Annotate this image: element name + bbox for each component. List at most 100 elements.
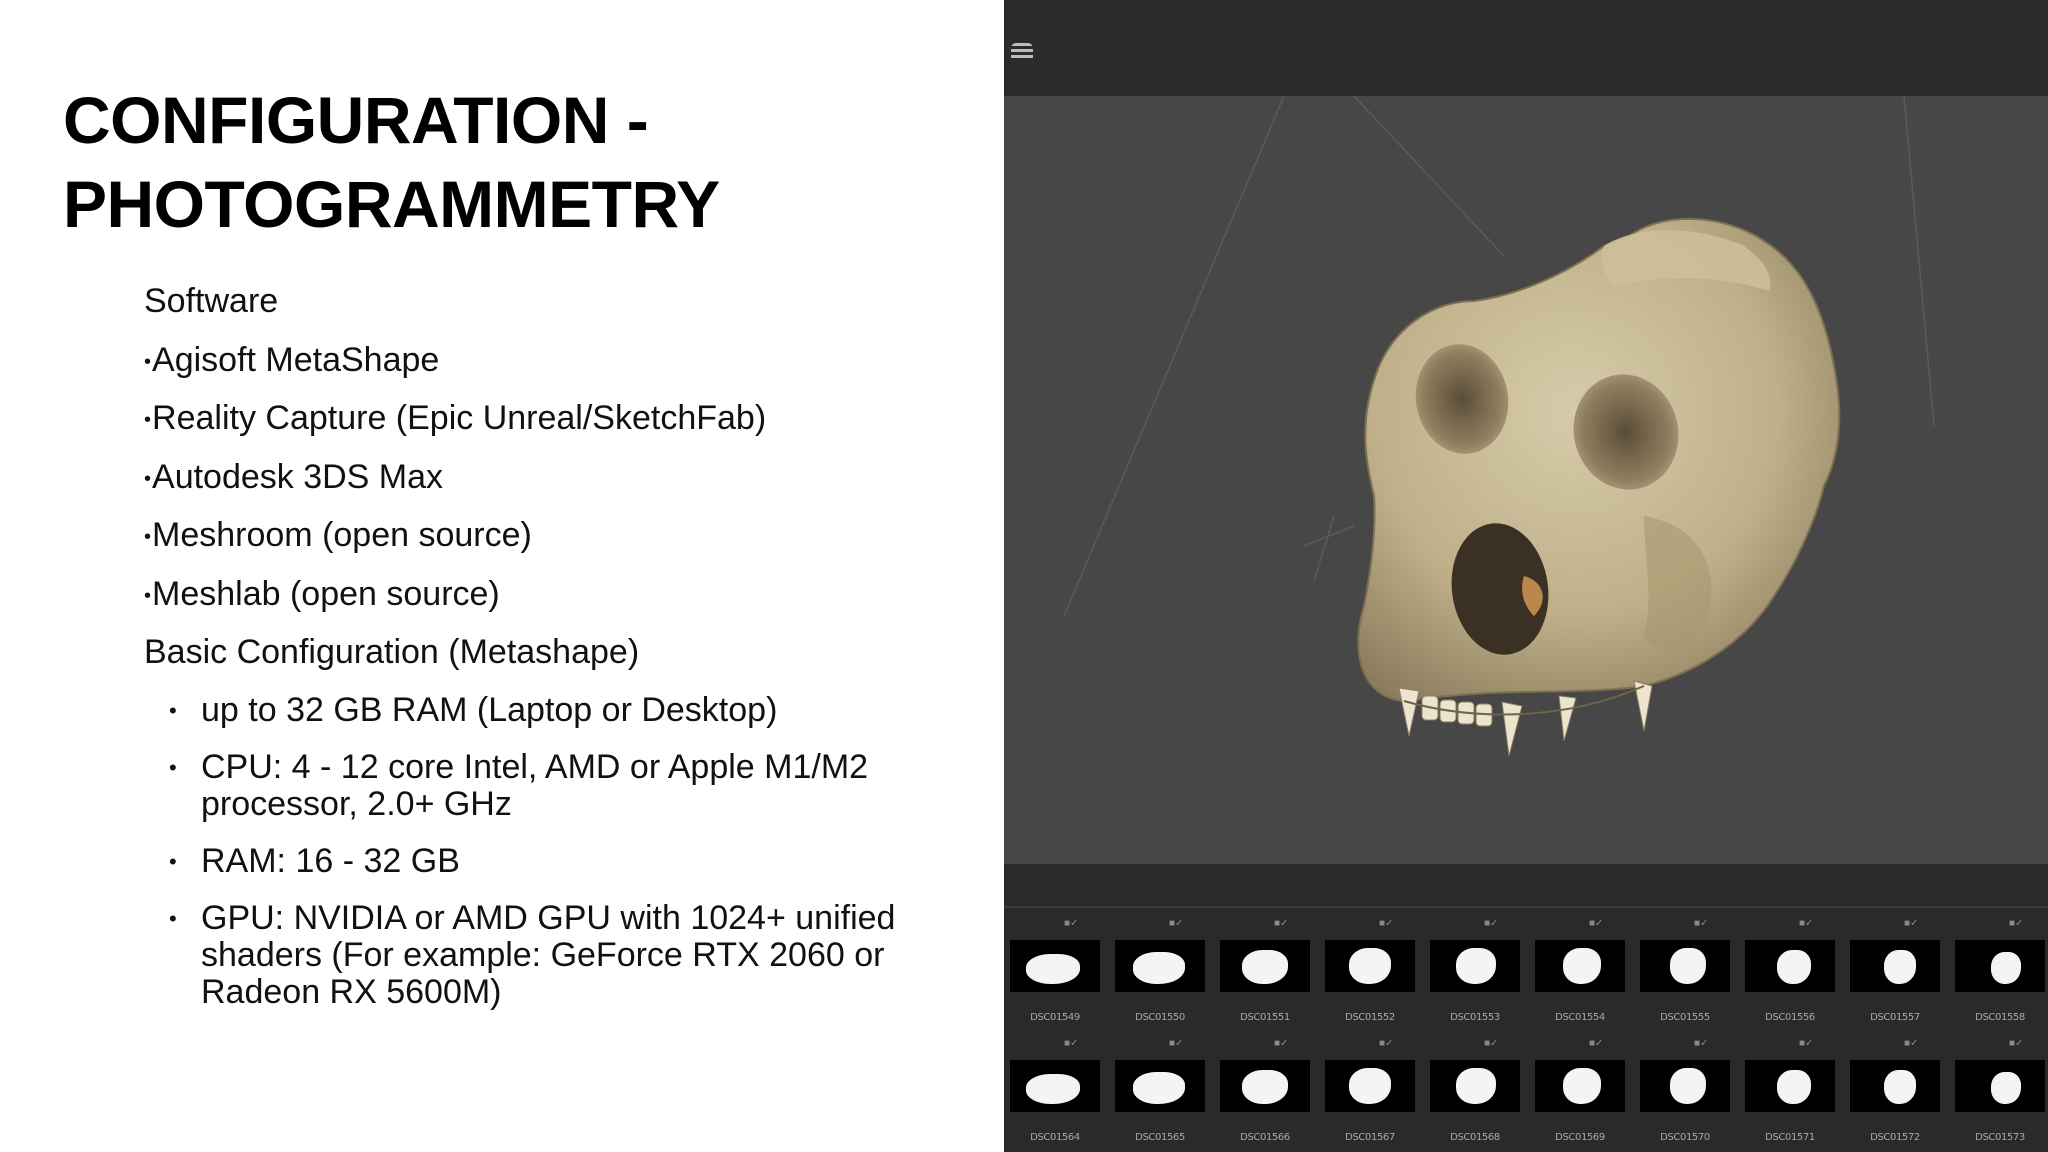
thumbnail-status-icon: ■✓ bbox=[1484, 918, 1499, 929]
bullet-icon: • bbox=[169, 754, 177, 780]
thumbnail-label: DSC01554 bbox=[1555, 1012, 1605, 1023]
thumbnail-label: DSC01566 bbox=[1240, 1132, 1290, 1143]
photo-thumbnail[interactable]: ■✓ DSC01554 bbox=[1529, 918, 1625, 1030]
config-item: • GPU: NVIDIA or AMD GPU with 1024+ unifi… bbox=[144, 898, 984, 1011]
thumbnail-status-icon: ■✓ bbox=[2009, 918, 2024, 929]
config-item-label: CPU: 4 - 12 core Intel, AMD or Apple M1/… bbox=[201, 747, 869, 823]
software-item: •Meshroom (open source) bbox=[144, 516, 984, 575]
config-item-label: GPU: NVIDIA or AMD GPU with 1024+ unifie… bbox=[201, 898, 896, 1011]
thumbnail-label: DSC01564 bbox=[1030, 1132, 1080, 1143]
thumbnail-mask-image bbox=[1430, 1060, 1520, 1112]
software-item: •Reality Capture (Epic Unreal/SketchFab) bbox=[144, 399, 984, 458]
config-item-label: up to 32 GB RAM (Laptop or Desktop) bbox=[201, 690, 778, 729]
slide-title-line-2: PHOTOGRAMMETRY bbox=[63, 167, 720, 241]
bullet-icon: • bbox=[169, 848, 177, 874]
software-item-label: Meshroom (open source) bbox=[152, 516, 532, 554]
photo-thumbnail[interactable]: ■✓ DSC01558 bbox=[1949, 918, 2045, 1030]
photo-thumbnail[interactable]: ■✓ DSC01569 bbox=[1529, 1038, 1625, 1150]
strip-divider bbox=[1004, 906, 2048, 908]
thumbnail-mask-image bbox=[1850, 940, 1940, 992]
thumbnail-mask-image bbox=[1010, 1060, 1100, 1112]
photo-thumbnail[interactable]: ■✓ DSC01552 bbox=[1319, 918, 1415, 1030]
config-item-label: RAM: 16 - 32 GB bbox=[201, 841, 460, 880]
thumbnail-status-icon: ■✓ bbox=[1064, 1038, 1079, 1049]
thumbnail-label: DSC01569 bbox=[1555, 1132, 1605, 1143]
thumbnail-row-1: ■✓ DSC01549 ■✓ DSC01550 ■✓ DSC01551 ■✓ DSC01552… bbox=[1004, 918, 2048, 1038]
thumbnail-mask-image bbox=[1955, 940, 2045, 992]
thumbnail-mask-image bbox=[1745, 1060, 1835, 1112]
software-item-label: Agisoft MetaShape bbox=[152, 340, 440, 379]
thumbnail-mask-image bbox=[1010, 940, 1100, 992]
model-viewport[interactable] bbox=[1004, 96, 2048, 864]
thumbnail-label: DSC01567 bbox=[1345, 1132, 1395, 1143]
thumbnail-status-icon: ■✓ bbox=[1589, 918, 1604, 929]
photo-thumbnail[interactable]: ■✓ DSC01556 bbox=[1739, 918, 1835, 1030]
software-item-label: Autodesk 3DS Max bbox=[152, 457, 444, 496]
thumbnail-label: DSC01556 bbox=[1765, 1012, 1815, 1023]
thumbnail-mask-image bbox=[1220, 1060, 1310, 1112]
app-toolbar bbox=[1004, 0, 2048, 96]
thumbnail-status-icon: ■✓ bbox=[1799, 918, 1814, 929]
thumbnail-status-icon: ■✓ bbox=[1589, 1038, 1604, 1049]
thumbnail-mask-image bbox=[1430, 940, 1520, 992]
photo-thumbnail[interactable]: ■✓ DSC01571 bbox=[1739, 1038, 1835, 1150]
software-item: •Meshlab (open source) bbox=[144, 575, 984, 634]
slide-body: Software •Agisoft MetaShape •Reality Cap… bbox=[144, 282, 984, 1031]
photo-thumbnail[interactable]: ■✓ DSC01553 bbox=[1424, 918, 1520, 1030]
thumbnail-status-icon: ■✓ bbox=[1064, 918, 1079, 929]
thumbnail-label: DSC01568 bbox=[1450, 1132, 1500, 1143]
thumbnail-label: DSC01565 bbox=[1135, 1132, 1185, 1143]
software-item-label: Meshlab (open source) bbox=[152, 574, 500, 613]
software-item-label: Reality Capture (Epic Unreal/SketchFab) bbox=[152, 399, 767, 437]
thumbnail-status-icon: ■✓ bbox=[2009, 1038, 2024, 1049]
photo-thumbnail[interactable]: ■✓ DSC01564 bbox=[1004, 1038, 1100, 1150]
config-item: • CPU: 4 - 12 core Intel, AMD or Apple M1… bbox=[144, 747, 984, 823]
thumbnail-status-icon: ■✓ bbox=[1904, 1038, 1919, 1049]
thumbnail-label: DSC01571 bbox=[1765, 1132, 1815, 1143]
basic-config-heading: Basic Configuration (Metashape) bbox=[144, 633, 640, 671]
thumbnail-label: DSC01553 bbox=[1450, 1012, 1500, 1023]
thumbnail-status-icon: ■✓ bbox=[1694, 1038, 1709, 1049]
bullet-icon: • bbox=[144, 409, 152, 431]
hamburger-icon[interactable] bbox=[1011, 43, 1033, 61]
thumbnail-mask-image bbox=[1220, 940, 1310, 992]
software-item: •Autodesk 3DS Max bbox=[144, 458, 984, 517]
thumbnail-mask-image bbox=[1115, 1060, 1205, 1112]
bullet-icon: • bbox=[144, 526, 152, 548]
photo-thumbnail[interactable]: ■✓ DSC01549 bbox=[1004, 918, 1100, 1030]
thumbnail-label: DSC01557 bbox=[1870, 1012, 1920, 1023]
photo-thumbnail[interactable]: ■✓ DSC01568 bbox=[1424, 1038, 1520, 1150]
software-item: •Agisoft MetaShape bbox=[144, 341, 984, 400]
photo-thumbnail[interactable]: ■✓ DSC01570 bbox=[1634, 1038, 1730, 1150]
thumbnail-mask-image bbox=[1325, 1060, 1415, 1112]
thumbnail-mask-image bbox=[1535, 940, 1625, 992]
software-screenshot: ■✓ DSC01549 ■✓ DSC01550 ■✓ DSC01551 ■✓ DSC01552… bbox=[1004, 0, 2048, 1152]
thumbnail-label: DSC01550 bbox=[1135, 1012, 1185, 1023]
config-item: • RAM: 16 - 32 GB bbox=[144, 841, 984, 880]
photo-thumbnail[interactable]: ■✓ DSC01566 bbox=[1214, 1038, 1310, 1150]
photo-thumbnail[interactable]: ■✓ DSC01551 bbox=[1214, 918, 1310, 1030]
thumbnail-status-icon: ■✓ bbox=[1694, 918, 1709, 929]
bullet-icon: • bbox=[169, 905, 177, 931]
photo-thumbnail[interactable]: ■✓ DSC01557 bbox=[1844, 918, 1940, 1030]
photo-thumbnail[interactable]: ■✓ DSC01565 bbox=[1109, 1038, 1205, 1150]
slide-title: CONFIGURATION - PHOTOGRAMMETRY bbox=[63, 78, 963, 246]
thumbnail-label: DSC01558 bbox=[1975, 1012, 2025, 1023]
thumbnail-status-icon: ■✓ bbox=[1904, 918, 1919, 929]
photo-thumbnail[interactable]: ■✓ DSC01555 bbox=[1634, 918, 1730, 1030]
thumbnail-mask-image bbox=[1640, 1060, 1730, 1112]
thumbnail-label: DSC01549 bbox=[1030, 1012, 1080, 1023]
photo-thumbnail[interactable]: ■✓ DSC01573 bbox=[1949, 1038, 2045, 1150]
thumbnail-label: DSC01573 bbox=[1975, 1132, 2025, 1143]
photo-thumbnail[interactable]: ■✓ DSC01550 bbox=[1109, 918, 1205, 1030]
photo-strip: ■✓ DSC01549 ■✓ DSC01550 ■✓ DSC01551 ■✓ DSC01552… bbox=[1004, 864, 2048, 1152]
thumbnail-label: DSC01552 bbox=[1345, 1012, 1395, 1023]
photo-thumbnail[interactable]: ■✓ DSC01572 bbox=[1844, 1038, 1940, 1150]
thumbnail-row-2: ■✓ DSC01564 ■✓ DSC01565 ■✓ DSC01566 ■✓ DSC01567… bbox=[1004, 1038, 2048, 1152]
bullet-icon: • bbox=[169, 697, 177, 723]
config-item: • up to 32 GB RAM (Laptop or Desktop) bbox=[144, 690, 984, 729]
photo-thumbnail[interactable]: ■✓ DSC01567 bbox=[1319, 1038, 1415, 1150]
bullet-icon: • bbox=[144, 350, 152, 373]
thumbnail-status-icon: ■✓ bbox=[1169, 918, 1184, 929]
thumbnail-label: DSC01570 bbox=[1660, 1132, 1710, 1143]
